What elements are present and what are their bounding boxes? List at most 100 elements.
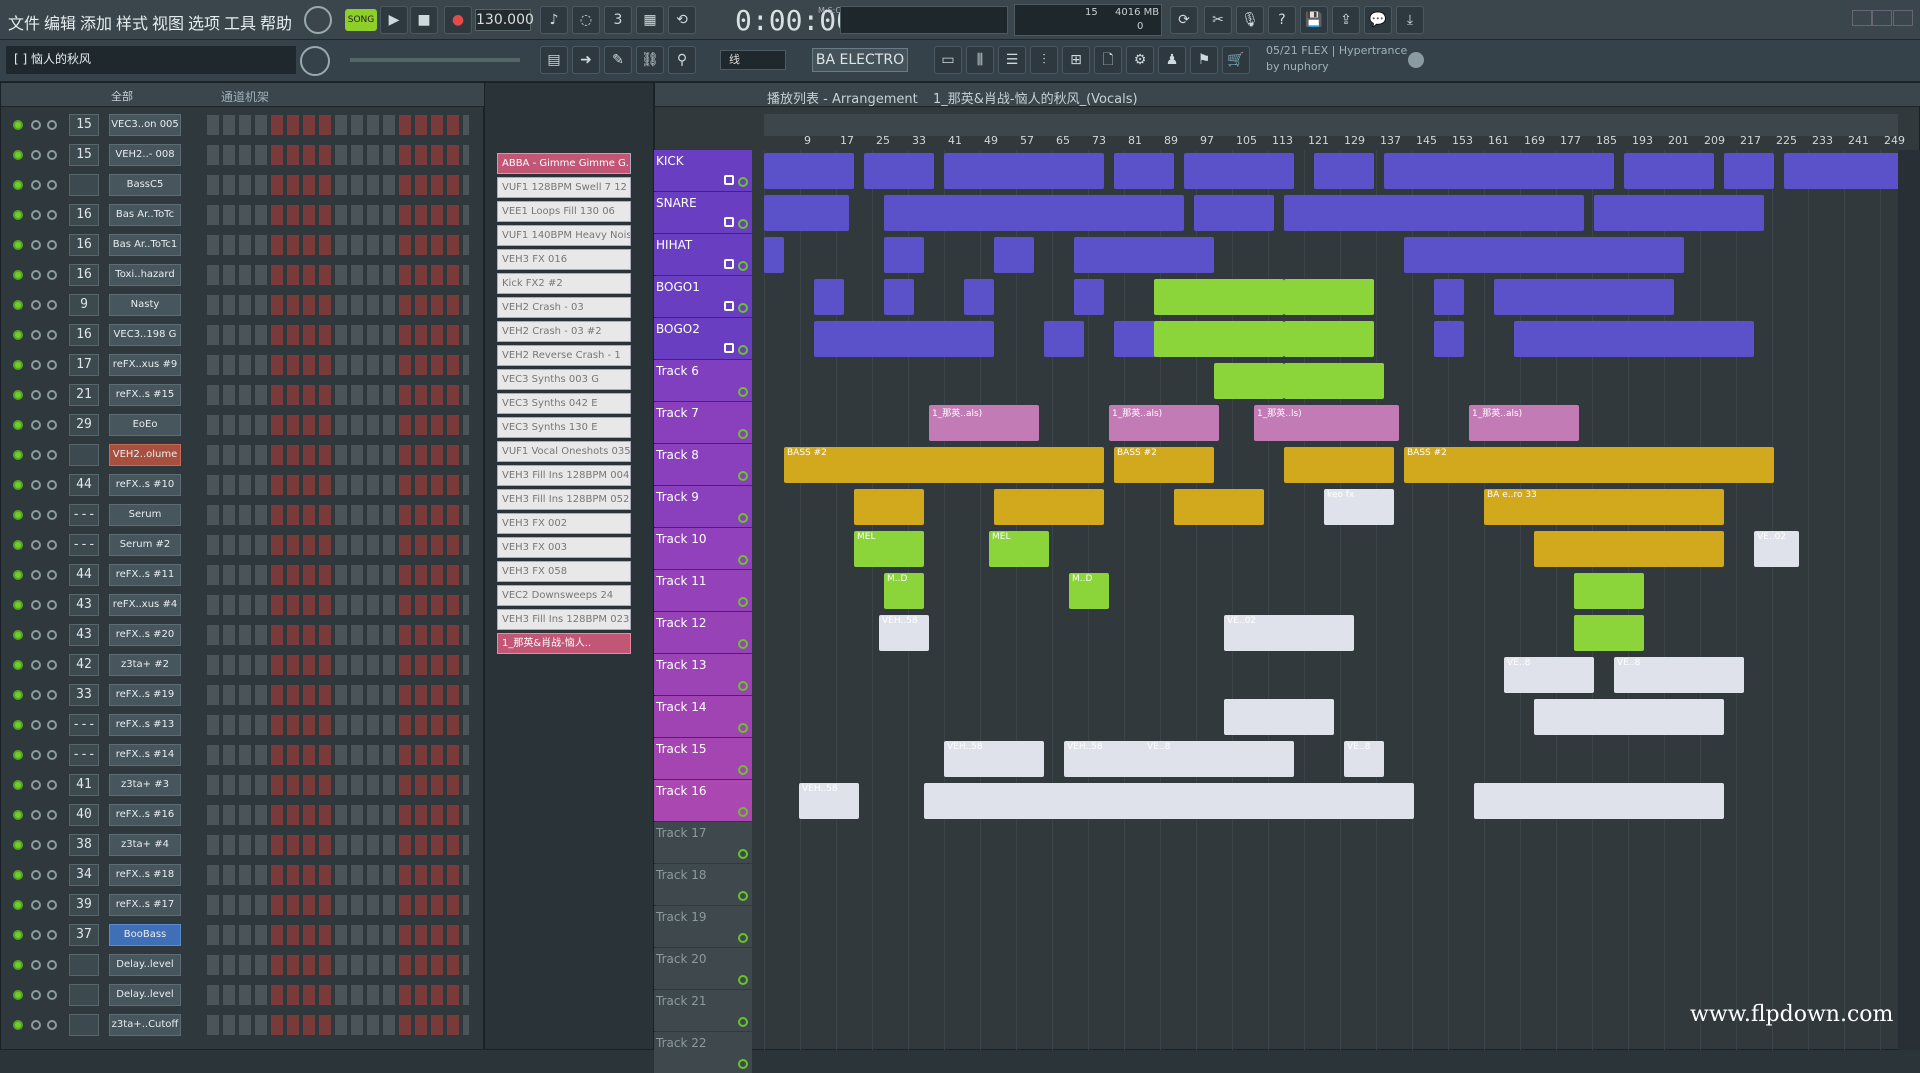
channel-led-icon[interactable] <box>13 390 23 400</box>
pan-knob-icon[interactable] <box>31 810 41 820</box>
track-header[interactable]: Track 9 <box>654 486 752 527</box>
volume-knob-icon[interactable] <box>47 540 57 550</box>
channel-name[interactable]: reFX..s #11 <box>109 564 181 586</box>
record-button[interactable]: ● <box>444 6 472 34</box>
channel-name[interactable]: BooBass <box>109 924 181 946</box>
channel-name[interactable]: VEC3..198 G <box>109 324 181 346</box>
track-enabled-icon[interactable] <box>738 1017 748 1027</box>
channel-name[interactable]: Delay..level <box>109 954 181 976</box>
channel-led-icon[interactable] <box>13 540 23 550</box>
channel-mixer-track[interactable]: 15 <box>69 144 99 166</box>
step-sequencer[interactable] <box>207 595 469 615</box>
channel-row[interactable]: 43 reFX..xus #4 <box>7 591 477 617</box>
browser-item[interactable]: VEC3 Synths 042 E <box>497 393 631 414</box>
track-enabled-icon[interactable] <box>738 891 748 901</box>
pan-knob-icon[interactable] <box>31 720 41 730</box>
channel-mixer-track[interactable] <box>69 1014 99 1036</box>
playlist-clip[interactable] <box>1284 321 1374 357</box>
pan-knob-icon[interactable] <box>31 270 41 280</box>
channel-row[interactable]: 15 VEH2..- 008 <box>7 141 477 167</box>
volume-knob-icon[interactable] <box>47 120 57 130</box>
vertical-scrollbar[interactable] <box>1898 150 1920 1050</box>
channel-led-icon[interactable] <box>13 360 23 370</box>
step-sequencer[interactable] <box>207 385 469 405</box>
browser-item[interactable]: Kick FX2 #2 <box>497 273 631 294</box>
fader-icon[interactable]: ⫶ <box>1030 46 1058 74</box>
channel-row[interactable]: Delay..level <box>7 981 477 1007</box>
channel-mixer-track[interactable]: 17 <box>69 354 99 376</box>
volume-knob-icon[interactable] <box>47 390 57 400</box>
step-sequencer[interactable] <box>207 895 469 915</box>
export-icon[interactable]: ⇪ <box>1332 6 1360 34</box>
volume-knob-icon[interactable] <box>47 1020 57 1030</box>
step-sequencer[interactable] <box>207 745 469 765</box>
channel-led-icon[interactable] <box>13 210 23 220</box>
browser-item[interactable]: ABBA - Gimme Gimme G.. <box>497 153 631 174</box>
channel-row[interactable]: 42 z3ta+ #2 <box>7 651 477 677</box>
channel-mixer-track[interactable]: 15 <box>69 114 99 136</box>
channel-mixer-track[interactable]: 43 <box>69 624 99 646</box>
lock-icon[interactable] <box>724 217 734 227</box>
playlist-clip[interactable] <box>994 237 1034 273</box>
channel-row[interactable]: VEH2..olume <box>7 441 477 467</box>
browser-item[interactable]: VEH3 Fill Ins 128BPM 004 <box>497 465 631 486</box>
channel-row[interactable]: --- Serum <box>7 501 477 527</box>
playlist-clip[interactable] <box>1494 279 1674 315</box>
track-enabled-icon[interactable] <box>738 387 748 397</box>
pan-knob-icon[interactable] <box>31 780 41 790</box>
step-sequencer[interactable] <box>207 535 469 555</box>
pan-knob-icon[interactable] <box>31 120 41 130</box>
channel-mixer-track[interactable]: 16 <box>69 264 99 286</box>
mixer-icon[interactable]: ⫼ <box>966 46 994 74</box>
channel-led-icon[interactable] <box>13 660 23 670</box>
channel-mixer-track[interactable]: 16 <box>69 324 99 346</box>
step-sequencer[interactable] <box>207 655 469 675</box>
pan-knob-icon[interactable] <box>31 1020 41 1030</box>
channel-row[interactable]: 44 reFX..s #11 <box>7 561 477 587</box>
channel-mixer-track[interactable]: 9 <box>69 294 99 316</box>
menu-file[interactable]: 文件 <box>8 10 40 34</box>
step-sequencer[interactable] <box>207 415 469 435</box>
channel-name[interactable]: reFX..s #16 <box>109 804 181 826</box>
step-sequencer[interactable] <box>207 805 469 825</box>
channel-mixer-track[interactable]: 44 <box>69 564 99 586</box>
channel-name[interactable]: reFX..s #18 <box>109 864 181 886</box>
browser-item[interactable]: VEH3 FX 002 <box>497 513 631 534</box>
channel-led-icon[interactable] <box>13 450 23 460</box>
playlist-clip[interactable] <box>1404 237 1684 273</box>
playlist-clip[interactable]: keo fx <box>1324 489 1394 525</box>
pan-knob-icon[interactable] <box>31 150 41 160</box>
playlist-clip[interactable]: VE..8 <box>1614 657 1744 693</box>
browser-item[interactable]: VEH2 Reverse Crash - 1 <box>497 345 631 366</box>
track-enabled-icon[interactable] <box>738 765 748 775</box>
playlist-clip[interactable]: VE..02 <box>1224 615 1354 651</box>
pencil-icon[interactable]: ✎ <box>604 46 632 74</box>
step-sequencer[interactable] <box>207 325 469 345</box>
channel-name[interactable]: Delay..level <box>109 984 181 1006</box>
maximize-window-button[interactable] <box>1872 10 1892 26</box>
track-enabled-icon[interactable] <box>738 597 748 607</box>
volume-knob-icon[interactable] <box>47 300 57 310</box>
channel-name[interactable]: reFX..xus #9 <box>109 354 181 376</box>
pan-knob-icon[interactable] <box>31 990 41 1000</box>
playlist-clip[interactable] <box>1384 153 1614 189</box>
browser-item[interactable]: VUF1 Vocal Oneshots 035 <box>497 441 631 462</box>
channel-mixer-track[interactable]: 16 <box>69 234 99 256</box>
playlist-clip[interactable] <box>1514 321 1754 357</box>
countdown-icon[interactable]: 3 <box>604 6 632 34</box>
channel-led-icon[interactable] <box>13 810 23 820</box>
channel-row[interactable]: 40 reFX..s #16 <box>7 801 477 827</box>
channel-led-icon[interactable] <box>13 150 23 160</box>
track-enabled-icon[interactable] <box>738 807 748 817</box>
track-header[interactable]: Track 21 <box>654 990 752 1031</box>
pan-knob-icon[interactable] <box>31 630 41 640</box>
channel-mixer-track[interactable]: 29 <box>69 414 99 436</box>
volume-knob-icon[interactable] <box>47 450 57 460</box>
track-header[interactable]: Track 6 <box>654 360 752 401</box>
step-sequencer[interactable] <box>207 955 469 975</box>
volume-knob-icon[interactable] <box>47 180 57 190</box>
browser-item[interactable]: VEH3 FX 058 <box>497 561 631 582</box>
playlist-clip[interactable] <box>1174 489 1264 525</box>
volume-knob-icon[interactable] <box>47 600 57 610</box>
playlist-clip[interactable]: BASS #2 <box>1404 447 1774 483</box>
